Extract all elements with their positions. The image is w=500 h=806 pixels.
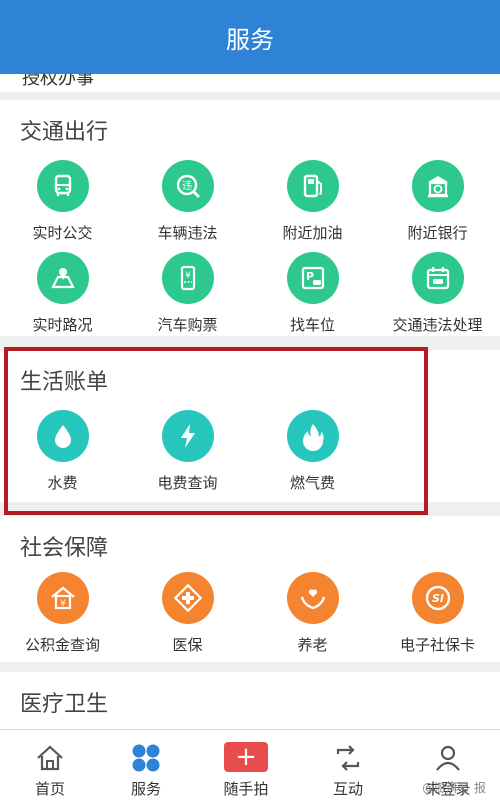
ticket-icon: ¥ bbox=[161, 252, 214, 304]
service-social-security-card[interactable]: SI 电子社保卡 bbox=[375, 572, 500, 655]
plus-icon: + bbox=[224, 742, 268, 772]
highlight-box bbox=[4, 347, 428, 515]
service-label: 车辆违法 bbox=[157, 224, 218, 242]
app-header: 服务 bbox=[0, 0, 500, 74]
service-vehicle-violation[interactable]: 违 车辆违法 bbox=[125, 160, 250, 243]
violation-icon: 违 bbox=[161, 160, 214, 212]
bus-icon bbox=[36, 160, 89, 212]
tab-label: 互动 bbox=[332, 780, 363, 798]
service-label: 实时路况 bbox=[32, 316, 93, 334]
section-medical: 医疗卫生 bbox=[0, 672, 500, 732]
bank-icon bbox=[411, 160, 464, 212]
service-housing-fund[interactable]: ¥ 公积金查询 bbox=[0, 572, 125, 655]
map-icon bbox=[36, 252, 89, 304]
section-title-social: 社会保障 bbox=[20, 536, 109, 561]
watermark: @澎湃号 报 bbox=[422, 781, 486, 795]
tab-interact[interactable]: 互动 bbox=[298, 730, 398, 806]
bottom-tab-bar: 首页 服务 + 随手拍 互动 未登录 @澎湃号 报 bbox=[0, 729, 500, 806]
calendar-car-icon bbox=[411, 252, 464, 304]
parking-icon: P bbox=[286, 252, 339, 304]
svg-text:¥: ¥ bbox=[60, 599, 66, 609]
medical-box-icon bbox=[161, 572, 214, 624]
tab-label: 服务 bbox=[130, 780, 161, 798]
si-card-icon: SI bbox=[411, 572, 464, 624]
service-label: 养老 bbox=[297, 636, 328, 654]
tab-home[interactable]: 首页 bbox=[0, 730, 100, 806]
service-label: 附近加油 bbox=[282, 224, 343, 242]
exchange-icon bbox=[332, 742, 364, 774]
service-label: 实时公交 bbox=[32, 224, 93, 242]
section-social: 社会保障 ¥ 公积金查询 医保 养老 SI 电子社保卡 bbox=[0, 516, 500, 662]
service-traffic-violation-handling[interactable]: 交通违法处理 bbox=[375, 252, 500, 335]
service-label: 公积金查询 bbox=[24, 636, 100, 654]
service-realtime-traffic[interactable]: 实时路况 bbox=[0, 252, 125, 335]
svg-text:违: 违 bbox=[182, 180, 192, 192]
svg-text:¥: ¥ bbox=[185, 271, 191, 281]
service-label: 附近银行 bbox=[407, 224, 468, 242]
service-bus-ticket[interactable]: ¥ 汽车购票 bbox=[125, 252, 250, 335]
service-realtime-bus[interactable]: 实时公交 bbox=[0, 160, 125, 243]
service-nearby-gas[interactable]: 附近加油 bbox=[250, 160, 375, 243]
service-label: 找车位 bbox=[289, 316, 335, 334]
svg-text:P: P bbox=[305, 270, 313, 283]
service-label: 医保 bbox=[172, 636, 203, 654]
section-title-traffic: 交通出行 bbox=[20, 120, 109, 145]
page-title: 服务 bbox=[226, 25, 274, 54]
section-traffic: 交通出行 实时公交 违 车辆违法 附近加油 附近银行 实时路况 ¥ 汽车购票 P… bbox=[0, 100, 500, 336]
partial-row: 授权办事 bbox=[0, 74, 500, 92]
svg-text:SI: SI bbox=[431, 592, 443, 605]
house-yuan-icon: ¥ bbox=[36, 572, 89, 624]
service-find-parking[interactable]: P 找车位 bbox=[250, 252, 375, 335]
gas-station-icon bbox=[286, 160, 339, 212]
service-medical-insurance[interactable]: 医保 bbox=[125, 572, 250, 655]
hands-heart-icon bbox=[286, 572, 339, 624]
tab-label: 随手拍 bbox=[223, 780, 269, 798]
service-label: 交通违法处理 bbox=[392, 316, 483, 334]
section-title-medical: 医疗卫生 bbox=[20, 692, 109, 717]
tab-snapshot[interactable]: + 随手拍 bbox=[196, 730, 296, 806]
home-icon bbox=[34, 742, 66, 774]
service-label: 电子社保卡 bbox=[399, 636, 475, 654]
tab-label: 首页 bbox=[34, 780, 65, 798]
service-label: 汽车购票 bbox=[157, 316, 218, 334]
service-pension[interactable]: 养老 bbox=[250, 572, 375, 655]
grid-petals-icon bbox=[130, 742, 162, 774]
tab-service[interactable]: 服务 bbox=[96, 730, 196, 806]
partial-row-text: 授权办事 bbox=[22, 74, 94, 89]
user-icon bbox=[432, 742, 464, 774]
service-nearby-bank[interactable]: 附近银行 bbox=[375, 160, 500, 243]
